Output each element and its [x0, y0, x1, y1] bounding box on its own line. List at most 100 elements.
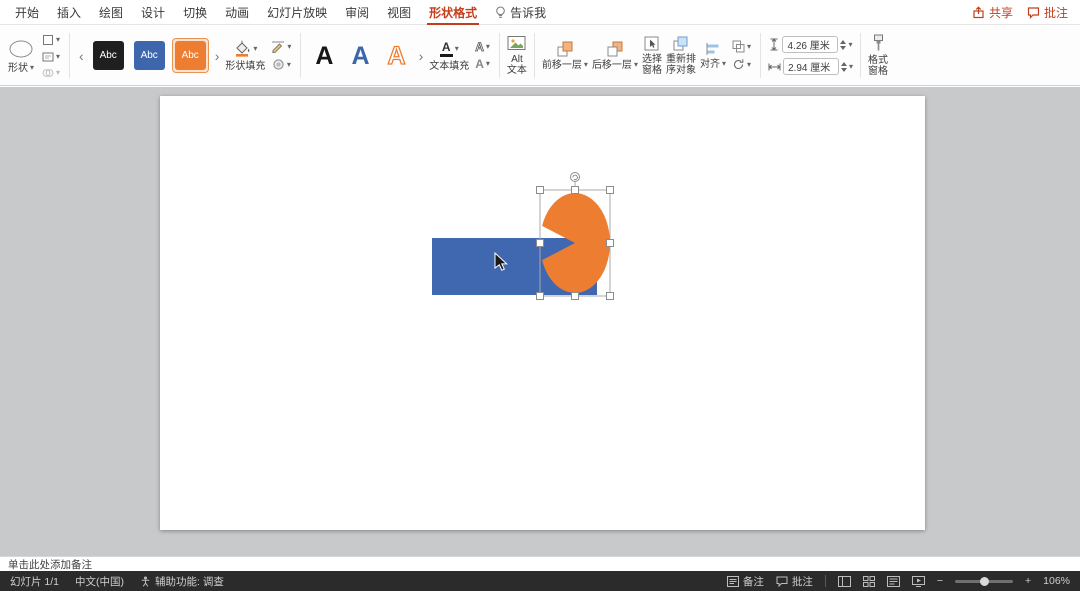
text-effects-button[interactable]: A ▾ — [473, 57, 492, 71]
shape-width-icon — [768, 61, 781, 73]
height-stepper[interactable] — [840, 39, 847, 50]
resize-handle-nw[interactable] — [536, 186, 544, 194]
group-objects-button[interactable]: ▾ — [730, 39, 753, 54]
wordart-style-orange[interactable]: A — [381, 41, 413, 71]
chevron-down-icon[interactable]: ▾ — [30, 64, 34, 72]
slide-sorter-view-button[interactable] — [862, 575, 875, 587]
wordart-style-blue[interactable]: A — [344, 41, 376, 71]
resize-handle-w[interactable] — [536, 239, 544, 247]
rotate-icon — [732, 58, 745, 71]
shape-width-input[interactable]: 2.94 厘米 — [782, 58, 839, 75]
tab-tell-me[interactable]: 告诉我 — [486, 0, 555, 25]
chevron-down-icon: ▾ — [485, 59, 490, 68]
reorder-objects-button[interactable]: 重新排 序对象 — [666, 36, 696, 76]
insert-shape-button[interactable] — [6, 38, 36, 60]
resize-handle-n[interactable] — [571, 186, 579, 194]
shape-effects-button[interactable]: ▾ — [270, 57, 293, 72]
slideshow-icon — [911, 575, 925, 587]
editing-workspace — [0, 87, 1080, 556]
tab-insert[interactable]: 插入 — [48, 0, 90, 25]
resize-handle-se[interactable] — [606, 292, 614, 300]
stepper-up-icon[interactable] — [840, 61, 847, 66]
tab-animations[interactable]: 动画 — [216, 0, 258, 25]
shape-outline-button[interactable]: ▾ — [269, 39, 293, 54]
reading-view-button[interactable] — [886, 575, 900, 587]
stepper-down-icon[interactable] — [840, 45, 847, 50]
chevron-down-icon: ▾ — [485, 42, 490, 51]
gallery-next-icon[interactable]: › — [213, 49, 222, 63]
alt-text-button[interactable]: Alt 文本 — [507, 35, 527, 76]
menubar-right-actions: 共享 批注 — [972, 4, 1074, 21]
tab-transitions[interactable]: 切换 — [174, 0, 216, 25]
zoom-level[interactable]: 106% — [1043, 575, 1070, 587]
comments-toggle-button[interactable]: 批注 — [776, 574, 813, 589]
zoom-slider-thumb[interactable] — [980, 576, 989, 586]
bring-forward-button[interactable]: 前移一层 ▾ — [542, 41, 588, 71]
notes-placeholder[interactable]: 单击此处添加备注 — [8, 557, 92, 572]
chevron-down-icon[interactable]: ▾ — [849, 62, 853, 71]
shape-fill-button[interactable]: ▾ — [231, 39, 259, 58]
text-fill-button[interactable]: A ▾ — [438, 40, 461, 58]
send-backward-button[interactable]: 后移一层 ▾ — [592, 41, 638, 71]
comments-button[interactable]: 批注 — [1027, 4, 1068, 21]
slide-canvas[interactable] — [160, 96, 925, 530]
stepper-down-icon[interactable] — [840, 67, 847, 72]
notes-bar: 单击此处添加备注 — [0, 556, 1080, 571]
tab-view[interactable]: 视图 — [378, 0, 420, 25]
tab-draw[interactable]: 绘图 — [90, 0, 132, 25]
resize-handle-ne[interactable] — [606, 186, 614, 194]
chevron-down-icon: ▾ — [56, 67, 61, 77]
rotation-handle[interactable] — [570, 172, 580, 182]
slide-sorter-icon — [862, 575, 875, 587]
slideshow-view-button[interactable] — [911, 575, 925, 587]
wordart-style-black[interactable]: A — [308, 41, 340, 71]
tab-review[interactable]: 审阅 — [336, 0, 378, 25]
align-icon — [705, 42, 720, 56]
notes-toggle-button[interactable]: 备注 — [726, 574, 764, 589]
tab-shape-format[interactable]: 形状格式 — [420, 0, 486, 25]
accessibility-status[interactable]: 辅助功能: 调查 — [140, 574, 224, 589]
edit-shape-icon — [42, 34, 54, 46]
ribbon-separator — [860, 33, 861, 78]
align-button[interactable]: 对齐 ▾ — [700, 42, 726, 70]
shape-height-icon — [768, 38, 780, 51]
zoom-slider[interactable] — [955, 576, 1013, 586]
zoom-out-button[interactable]: − — [937, 575, 943, 587]
format-pane-button[interactable]: 格式 窗格 — [868, 34, 888, 77]
normal-view-button[interactable] — [837, 575, 851, 587]
gallery-prev-icon[interactable]: ‹ — [77, 49, 86, 63]
text-fill-label: 文本填充 — [429, 60, 470, 72]
rotate-objects-button[interactable]: ▾ — [730, 57, 753, 72]
status-bar: 幻灯片 1/1 中文(中国) 辅助功能: 调查 备注 批注 − + 106% — [0, 571, 1080, 591]
shape-style-swatch-blue[interactable]: Abc — [131, 38, 168, 73]
chevron-down-icon: ▾ — [746, 41, 751, 51]
language-indicator[interactable]: 中文(中国) — [75, 574, 124, 589]
chevron-down-icon[interactable]: ▾ — [848, 40, 852, 49]
tab-design[interactable]: 设计 — [132, 0, 174, 25]
comment-icon — [1027, 6, 1040, 19]
text-box-button[interactable]: ▾ — [40, 50, 62, 64]
stepper-up-icon[interactable] — [840, 39, 847, 44]
ribbon-separator — [759, 33, 761, 78]
chevron-down-icon: ▾ — [287, 41, 292, 51]
chevron-down-icon: ▾ — [286, 59, 291, 69]
shape-style-swatch-orange[interactable]: Abc — [171, 38, 209, 73]
resize-handle-e[interactable] — [606, 239, 614, 247]
text-effects-icon: A — [475, 57, 484, 71]
ribbon-separator — [300, 33, 302, 78]
share-button[interactable]: 共享 — [972, 4, 1013, 21]
resize-handle-s[interactable] — [571, 292, 579, 300]
text-outline-button[interactable]: A ▾ — [473, 40, 492, 54]
gallery-next-icon[interactable]: › — [417, 49, 426, 63]
merge-shapes-button[interactable]: ▾ — [40, 67, 62, 79]
tab-home[interactable]: 开始 — [6, 0, 48, 25]
width-stepper[interactable] — [840, 61, 847, 72]
tab-slideshow[interactable]: 幻灯片放映 — [258, 0, 336, 25]
selection-pane-button[interactable]: 选择 窗格 — [642, 36, 662, 76]
shape-style-swatch-black[interactable]: Abc — [90, 38, 127, 73]
edit-shape-button[interactable]: ▾ — [40, 33, 62, 47]
ribbon-separator — [69, 33, 71, 78]
resize-handle-sw[interactable] — [536, 292, 544, 300]
shape-height-input[interactable]: 4.26 厘米 — [782, 36, 839, 53]
zoom-in-button[interactable]: + — [1025, 575, 1031, 587]
